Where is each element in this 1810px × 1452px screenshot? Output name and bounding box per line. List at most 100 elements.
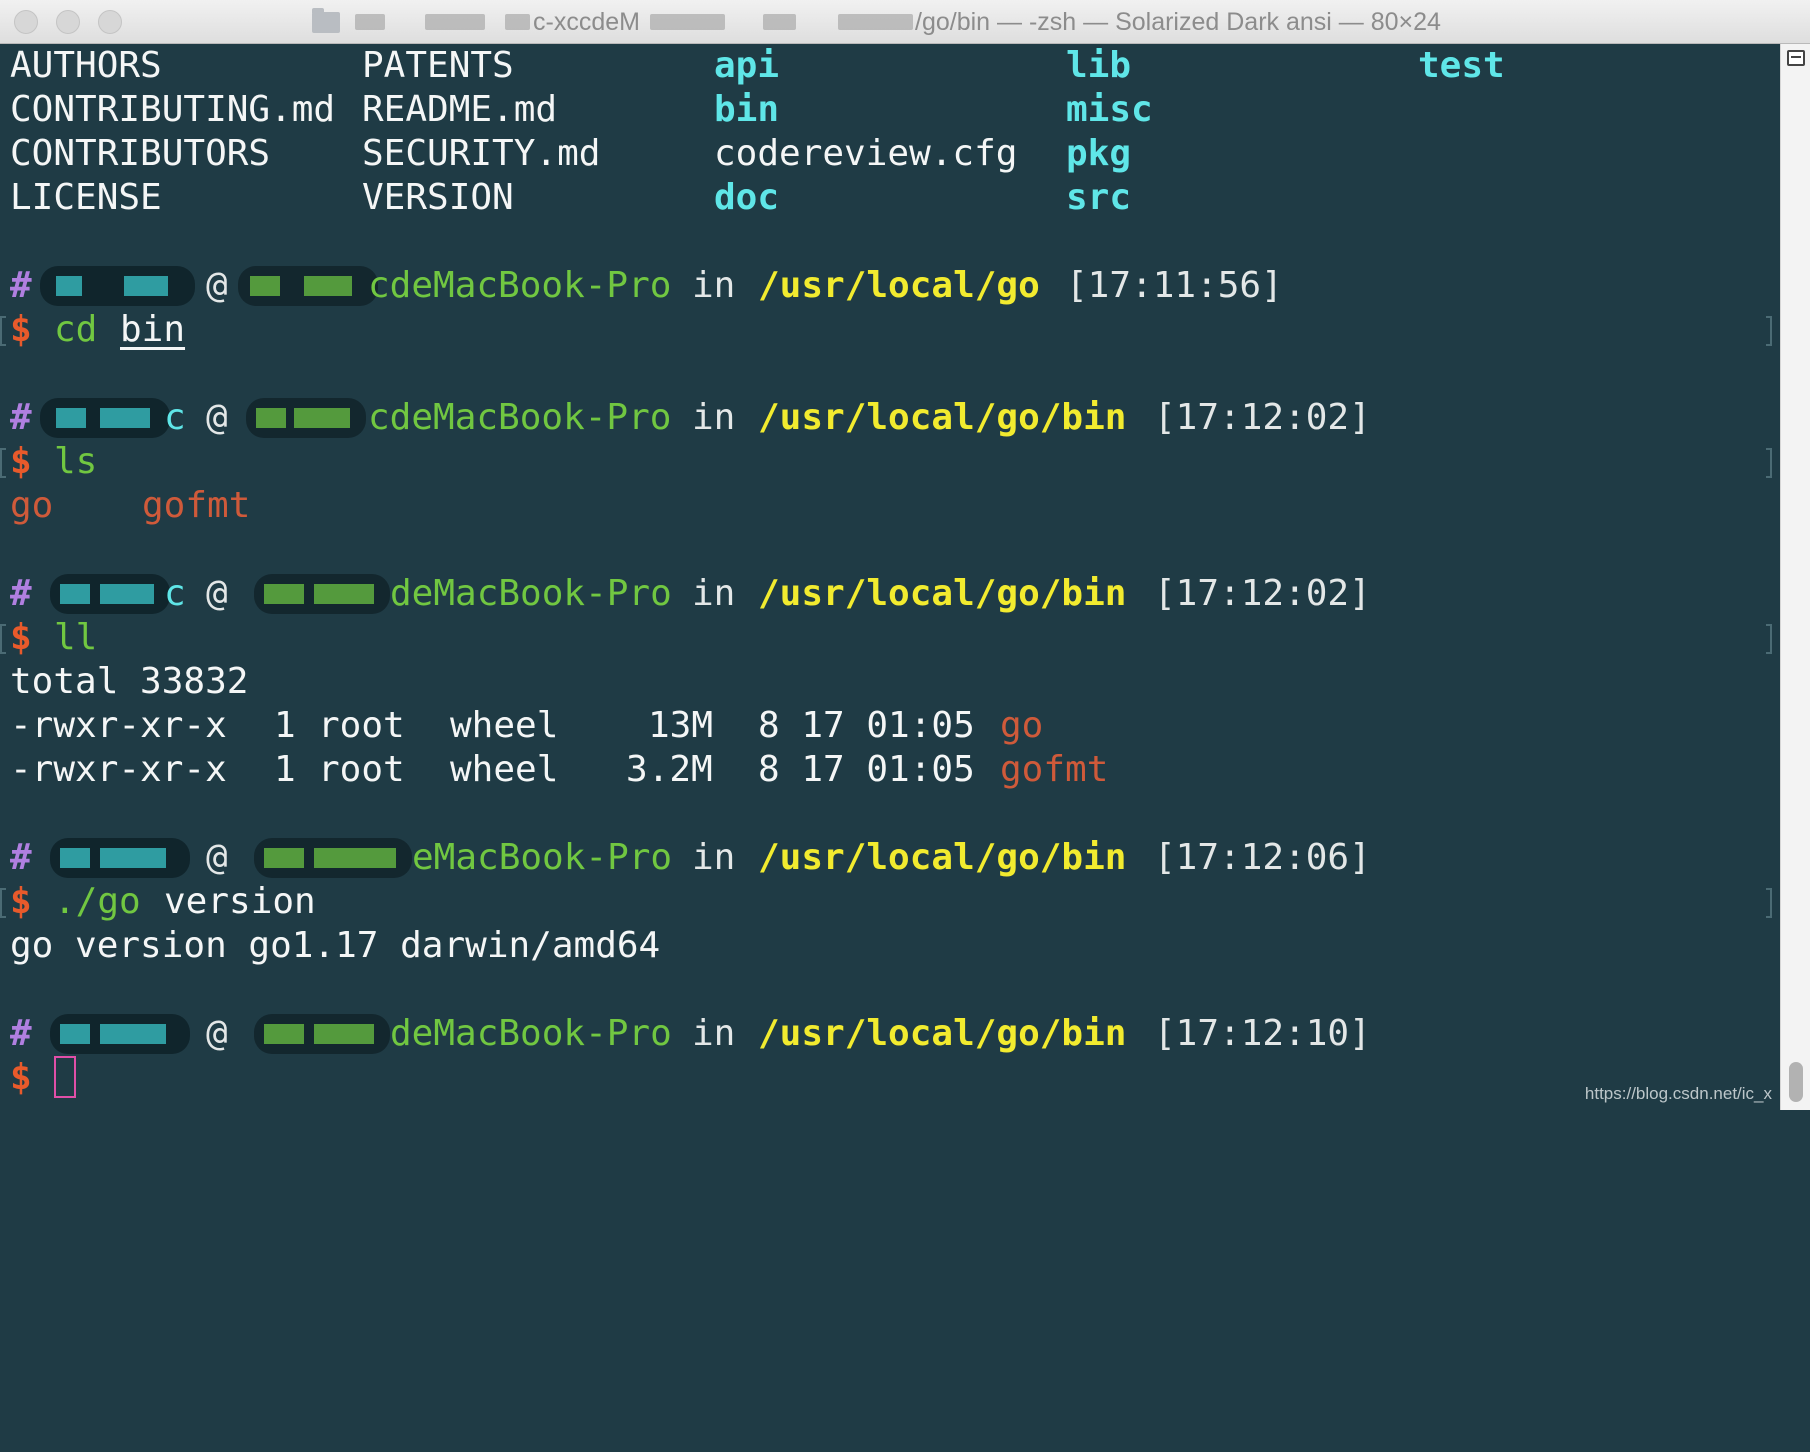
command-line: $ ls <box>10 440 140 484</box>
ls-output-row: go gofmt <box>10 484 250 528</box>
link-count: 1 <box>274 705 296 746</box>
file-entry: codereview.cfg <box>714 133 1018 174</box>
file-entry: CONTRIBUTING.md <box>10 89 336 130</box>
window-title-part: c-xccdeM <box>533 8 640 36</box>
command-line: $ ll <box>10 616 140 660</box>
mark-bracket <box>1766 624 1772 654</box>
prompt-header: # c @ deMacBook-Pro in /usr/local/go/bin… <box>10 572 1371 616</box>
directory-entry: bin <box>714 89 780 130</box>
prompt-time: [17:12:06] <box>1154 837 1371 878</box>
watermark: https://blog.csdn.net/ic_x <box>1584 1084 1772 1103</box>
prompt-in: in <box>692 837 736 878</box>
mark-bracket <box>1766 448 1772 478</box>
file-owner: root <box>318 749 405 790</box>
file-size: 3.2M <box>626 749 713 790</box>
file-owner: root <box>318 705 405 746</box>
close-button[interactable] <box>14 10 38 34</box>
file-permissions: -rwxr-xr-x <box>10 705 227 746</box>
prompt-header: # @ eMacBook-Pro in /usr/local/go/bin [1… <box>10 836 1371 880</box>
prompt-in: in <box>692 265 736 306</box>
prompt-host: cdeMacBook-Pro <box>368 265 672 306</box>
ll-row: -rwxr-xr-x 1 root wheel 13M 8 17 01:05 g… <box>10 704 1043 748</box>
file-entry: README.md <box>362 89 558 130</box>
prompt-dollar: $ <box>10 881 32 922</box>
window-title-part: /go/bin — -zsh — Solarized Dark ansi — 8… <box>915 8 1441 36</box>
redacted-title-block <box>838 14 913 30</box>
file-group: wheel <box>450 749 559 790</box>
directory-entry: misc <box>1066 89 1153 130</box>
prompt-hash: # <box>10 397 32 438</box>
mark-bracket <box>1766 316 1772 346</box>
title-bar[interactable]: c-xccdeM/go/bin — -zsh — Solarized Dark … <box>0 0 1810 44</box>
directory-entry: doc <box>714 177 780 218</box>
command-name: ls <box>54 441 98 482</box>
prompt-path: /usr/local/go/bin <box>758 397 1127 438</box>
redacted-title-block <box>425 14 485 30</box>
executable-entry: go <box>10 485 54 526</box>
file-date: 8 17 01:05 <box>758 705 975 746</box>
ll-row: -rwxr-xr-x 1 root wheel 3.2M 8 17 01:05 … <box>10 748 1108 792</box>
directory-entry: api <box>714 45 780 86</box>
prompt-path: /usr/local/go/bin <box>758 1013 1127 1054</box>
terminal-window: c-xccdeM/go/bin — -zsh — Solarized Dark … <box>0 0 1810 1110</box>
file-entry: PATENTS <box>362 45 514 86</box>
listing-row: AUTHORS PATENTS api lib test <box>10 44 1505 88</box>
directory-entry: test <box>1418 45 1505 86</box>
mark-bracket <box>0 448 6 478</box>
executable-entry: go <box>1000 705 1044 746</box>
file-permissions: -rwxr-xr-x <box>10 749 227 790</box>
redacted-username <box>50 838 190 878</box>
scroll-thumb[interactable] <box>1789 1062 1803 1102</box>
prompt-user: c <box>164 397 186 438</box>
total-blocks: total 33832 <box>10 661 249 702</box>
redacted-hostname <box>246 398 366 438</box>
terminal-output[interactable]: AUTHORS PATENTS api lib test CONTRIBUTIN… <box>0 44 1780 1110</box>
file-entry: VERSION <box>362 177 514 218</box>
prompt-dollar: $ <box>10 1057 32 1098</box>
prompt-host: deMacBook-Pro <box>390 1013 672 1054</box>
prompt-path: /usr/local/go <box>758 265 1040 306</box>
redacted-username <box>40 266 195 306</box>
directory-entry: lib <box>1066 45 1132 86</box>
redacted-title-block <box>763 14 796 30</box>
file-entry: SECURITY.md <box>362 133 601 174</box>
listing-row: CONTRIBUTING.md README.md bin misc <box>10 88 1153 132</box>
redacted-title-block <box>650 14 725 30</box>
prompt-time: [17:11:56] <box>1066 265 1283 306</box>
directory-entry: src <box>1066 177 1132 218</box>
link-count: 1 <box>274 749 296 790</box>
prompt-dollar: $ <box>10 309 32 350</box>
go-version-text: go version go1.17 darwin/amd64 <box>10 925 661 966</box>
prompt-in: in <box>692 397 736 438</box>
prompt-in: in <box>692 573 736 614</box>
ll-total: total 33832 <box>10 660 248 704</box>
text-cursor[interactable] <box>54 1056 76 1101</box>
split-pane-icon[interactable] <box>1787 50 1805 66</box>
prompt-header: # @ deMacBook-Pro in /usr/local/go/bin [… <box>10 1012 1371 1056</box>
prompt-at: @ <box>206 1013 228 1054</box>
minimize-button[interactable] <box>56 10 80 34</box>
prompt-path: /usr/local/go/bin <box>758 573 1127 614</box>
prompt-at: @ <box>206 837 228 878</box>
listing-row: LICENSE VERSION doc src <box>10 176 1131 220</box>
listing-row: CONTRIBUTORS SECURITY.md codereview.cfg … <box>10 132 1131 176</box>
command-line: $ cd bin <box>10 308 185 352</box>
redacted-username <box>50 1014 190 1054</box>
redacted-hostname <box>254 838 412 878</box>
prompt-host: cdeMacBook-Pro <box>368 397 672 438</box>
prompt-path: /usr/local/go/bin <box>758 837 1127 878</box>
zoom-button[interactable] <box>98 10 122 34</box>
command-line[interactable]: $ <box>10 1056 140 1100</box>
prompt-dollar: $ <box>10 441 32 482</box>
file-entry: CONTRIBUTORS <box>10 133 271 174</box>
directory-entry: pkg <box>1066 133 1132 174</box>
prompt-time: [17:12:10] <box>1154 1013 1371 1054</box>
scrollbar[interactable] <box>1780 44 1810 1110</box>
prompt-hash: # <box>10 1013 32 1054</box>
folder-icon <box>312 8 340 33</box>
redacted-hostname <box>254 574 390 614</box>
command-name: ./go <box>54 881 141 922</box>
command-arg: bin <box>120 309 186 350</box>
redacted-username <box>50 574 170 614</box>
prompt-header: # @ cdeMacBook-Pro in /usr/local/go [17:… <box>10 264 1283 308</box>
